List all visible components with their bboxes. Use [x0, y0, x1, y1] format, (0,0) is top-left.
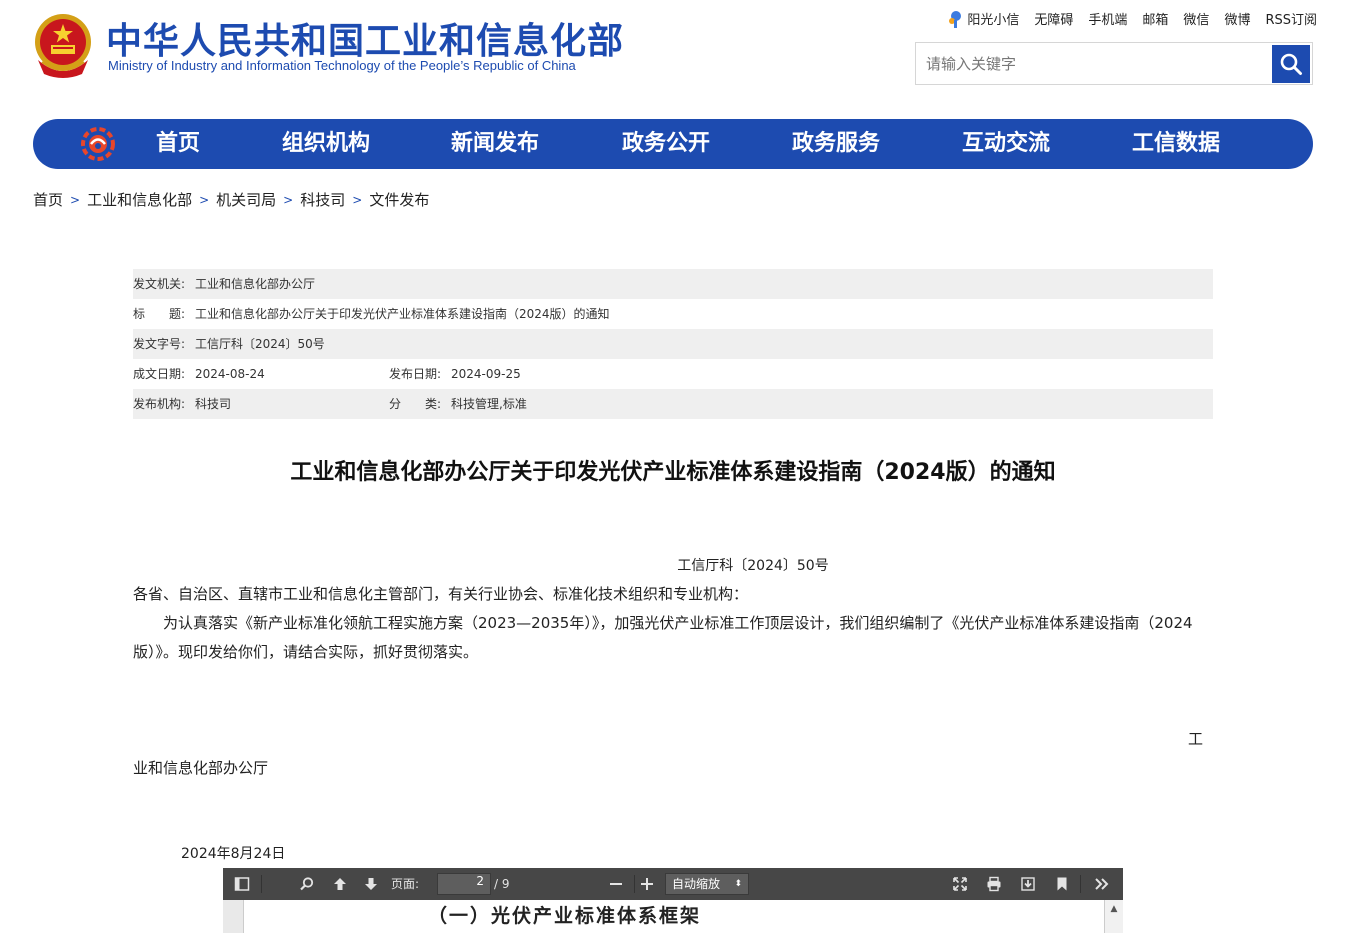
download-icon[interactable] — [1020, 876, 1036, 892]
nav-item-interaction[interactable]: 互动交流 — [962, 119, 1050, 169]
article-title: 工业和信息化部办公厅关于印发光伏产业标准体系建设指南（2024版）的通知 — [290, 460, 1056, 485]
zoom-out-icon[interactable] — [608, 876, 624, 892]
fullscreen-icon[interactable] — [952, 876, 968, 892]
meta-issuer-value: 工业和信息化部办公厅 — [195, 277, 316, 291]
prev-page-icon[interactable] — [332, 876, 348, 892]
meta-row-title: 标 题: 工业和信息化部办公厅关于印发光伏产业标准体系建设指南（2024版）的通… — [133, 299, 1213, 329]
pdf-page-heading: （一）光伏产业标准体系框架 — [428, 905, 702, 927]
top-links: 阳光小信 无障碍 手机端 邮箱 微信 微博 RSS订阅 — [947, 9, 1317, 28]
pdf-viewer: 页面: 2 / 9 自动缩放 ⬍ （一）光伏产业标准体系框架 ▲ — [223, 868, 1123, 933]
search-icon — [1280, 53, 1302, 75]
miit-logo-icon[interactable] — [81, 127, 115, 161]
search-input[interactable] — [916, 43, 1268, 84]
top-link-accessibility[interactable]: 无障碍 — [1034, 9, 1073, 28]
meta-label: 发文字号: — [133, 337, 186, 351]
meta-label: 分 类: — [389, 397, 442, 411]
meta-category-value: 科技管理,标准 — [451, 397, 527, 411]
breadcrumb-separator: > — [352, 192, 363, 207]
top-link-weibo[interactable]: 微博 — [1224, 9, 1250, 28]
toolbar-separator — [634, 875, 635, 893]
article-body: 为认真落实《新产业标准化领航工程实施方案（2023—2035年）》，加强光伏产业… — [133, 614, 1193, 661]
next-page-icon[interactable] — [363, 876, 379, 892]
breadcrumb-departments[interactable]: 机关司局 — [216, 189, 276, 210]
meta-label: 发文机关: — [133, 277, 186, 291]
breadcrumb-document-release[interactable]: 文件发布 — [369, 189, 429, 210]
page-label: 页面: — [391, 877, 420, 891]
top-link-mobile[interactable]: 手机端 — [1088, 9, 1127, 28]
site-subtitle: Ministry of Industry and Information Tec… — [108, 58, 576, 73]
print-icon[interactable] — [986, 876, 1002, 892]
nav-item-gov-services[interactable]: 政务服务 — [792, 119, 880, 169]
meta-row-dates: 成文日期: 2024-08-24 发布日期: 2024-09-25 — [133, 359, 1213, 389]
breadcrumb-separator: > — [199, 192, 210, 207]
site-header: 中华人民共和国工业和信息化部 Ministry of Industry and … — [0, 0, 1347, 110]
meta-label: 发布机构: — [133, 397, 186, 411]
page-total: / 9 — [494, 877, 510, 891]
page-number-input[interactable]: 2 — [437, 873, 491, 895]
meta-written-date: 2024-08-24 — [195, 367, 265, 381]
national-emblem-icon[interactable] — [32, 12, 94, 78]
top-link-label: 阳光小信 — [967, 13, 1020, 28]
sunshine-icon — [949, 10, 962, 28]
breadcrumb: 首页 > 工业和信息化部 > 机关司局 > 科技司 > 文件发布 — [33, 189, 429, 210]
toolbar-separator — [261, 875, 262, 893]
nav-item-organization[interactable]: 组织机构 — [282, 119, 370, 169]
zoom-value: 自动缩放 — [672, 877, 721, 891]
meta-docno-value: 工信厅科〔2024〕50号 — [195, 337, 325, 351]
article-signer: 工 — [1188, 730, 1204, 748]
scroll-up-arrow-icon[interactable]: ▲ — [1105, 900, 1123, 933]
nav-item-data[interactable]: 工信数据 — [1132, 119, 1220, 169]
breadcrumb-separator: > — [70, 192, 81, 207]
top-link-wechat[interactable]: 微信 — [1183, 9, 1209, 28]
toolbar-separator — [1080, 875, 1081, 893]
find-icon[interactable] — [299, 876, 315, 892]
nav-item-news[interactable]: 新闻发布 — [451, 119, 539, 169]
meta-label: 发布日期: — [389, 367, 442, 381]
bookmark-icon[interactable] — [1054, 876, 1070, 892]
document-meta-table: 发文机关: 工业和信息化部办公厅 标 题: 工业和信息化部办公厅关于印发光伏产业… — [133, 269, 1213, 419]
breadcrumb-ministry[interactable]: 工业和信息化部 — [87, 189, 192, 210]
top-link-rss[interactable]: RSS订阅 — [1265, 9, 1317, 28]
article-date: 2024年8月24日 — [181, 846, 286, 862]
document-number: 工信厅科〔2024〕50号 — [677, 558, 829, 574]
more-tools-icon[interactable] — [1094, 876, 1110, 892]
breadcrumb-home[interactable]: 首页 — [33, 189, 63, 210]
top-link-sunshine[interactable]: 阳光小信 — [947, 9, 1019, 28]
meta-row-docno: 发文字号: 工信厅科〔2024〕50号 — [133, 329, 1213, 359]
meta-title-value: 工业和信息化部办公厅关于印发光伏产业标准体系建设指南（2024版）的通知 — [195, 307, 610, 321]
nav-item-gov-affairs[interactable]: 政务公开 — [622, 119, 710, 169]
sidebar-toggle-icon[interactable] — [234, 876, 250, 892]
meta-published-date: 2024-09-25 — [451, 367, 521, 381]
meta-row-issuer: 发文机关: 工业和信息化部办公厅 — [133, 269, 1213, 299]
meta-row-org: 发布机构: 科技司 分 类: 科技管理,标准 — [133, 389, 1213, 419]
zoom-select[interactable]: 自动缩放 ⬍ — [665, 873, 749, 895]
main-nav: 首页 组织机构 新闻发布 政务公开 政务服务 互动交流 工信数据 — [33, 119, 1313, 169]
pdf-toolbar: 页面: 2 / 9 自动缩放 ⬍ — [223, 868, 1123, 900]
meta-label: 标 题: — [133, 307, 186, 321]
zoom-in-icon[interactable] — [639, 876, 655, 892]
pdf-page: （一）光伏产业标准体系框架 — [243, 900, 1105, 933]
search-button[interactable] — [1272, 45, 1310, 83]
article-recipients: 各省、自治区、直辖市工业和信息化主管部门，有关行业协会、标准化技术组织和专业机构… — [133, 585, 749, 603]
site-title[interactable]: 中华人民共和国工业和信息化部 — [106, 12, 624, 64]
meta-label: 成文日期: — [133, 367, 186, 381]
breadcrumb-science-dept[interactable]: 科技司 — [300, 189, 345, 210]
nav-item-home[interactable]: 首页 — [156, 119, 200, 169]
meta-org-value: 科技司 — [195, 397, 232, 411]
chevron-updown-icon: ⬍ — [734, 879, 742, 889]
search-box — [915, 42, 1313, 85]
top-link-mail[interactable]: 邮箱 — [1142, 9, 1168, 28]
article-signer: 业和信息化部办公厅 — [133, 759, 269, 777]
breadcrumb-separator: > — [283, 192, 294, 207]
